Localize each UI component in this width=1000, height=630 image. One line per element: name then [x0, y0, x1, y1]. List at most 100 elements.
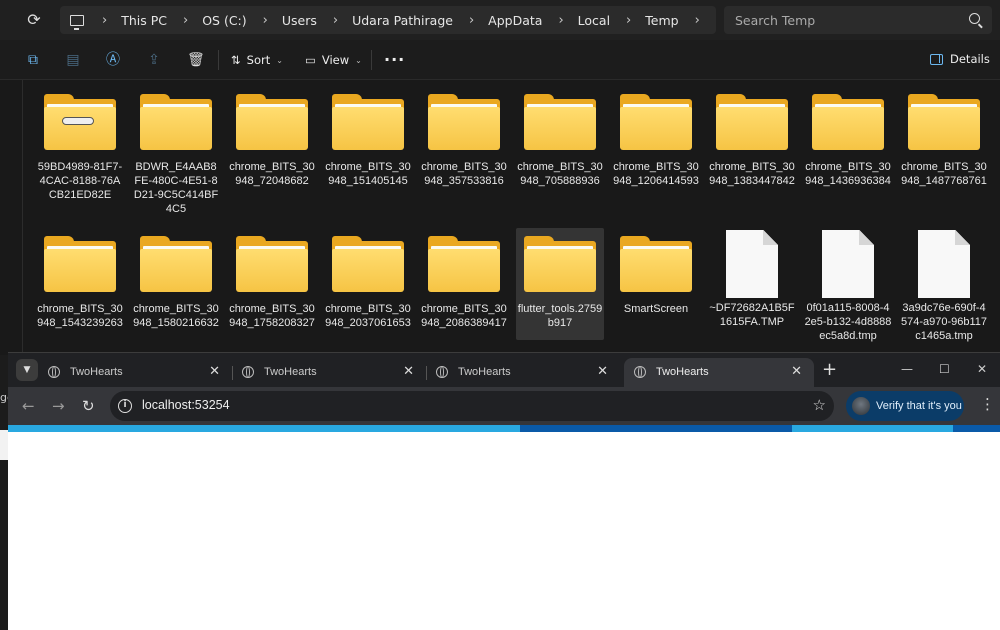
- maximize-icon[interactable]: ☐: [939, 362, 950, 376]
- folder-icon: [716, 94, 788, 152]
- back-icon[interactable]: ←: [22, 397, 35, 415]
- close-tab-icon[interactable]: ✕: [597, 363, 608, 379]
- close-window-icon[interactable]: ✕: [977, 362, 987, 376]
- folder-item[interactable]: chrome_BITS_30948_1580216632: [132, 236, 220, 330]
- chevron-right-icon[interactable]: ›: [626, 13, 631, 28]
- new-tab-icon[interactable]: +: [822, 359, 837, 380]
- close-tab-icon[interactable]: ✕: [209, 363, 220, 379]
- chevron-right-icon[interactable]: ›: [102, 13, 107, 28]
- omnibox[interactable]: i localhost:53254 ☆: [110, 391, 834, 421]
- browser-tab[interactable]: TwoHearts ✕: [232, 358, 427, 388]
- item-label: chrome_BITS_30948_2037061653: [325, 303, 411, 329]
- toolbar: ← → ↻ i localhost:53254 ☆ Verify that it…: [8, 387, 1000, 425]
- folder-item[interactable]: chrome_BITS_30948_1543239263: [36, 236, 124, 330]
- folder-item[interactable]: 59BD4989-81F7-4CAC-8188-76ACB21ED82E: [36, 94, 124, 202]
- loading-progress-bar: [8, 425, 1000, 432]
- profile-verify-button[interactable]: Verify that it's you: [846, 391, 964, 421]
- item-label: chrome_BITS_30948_1580216632: [133, 303, 219, 329]
- globe-icon: [634, 366, 646, 378]
- item-label: chrome_BITS_30948_151405145: [325, 161, 411, 187]
- breadcrumb-item[interactable]: Udara Pathirage: [352, 13, 453, 28]
- folder-item[interactable]: chrome_BITS_30948_1383447842: [708, 94, 796, 188]
- folder-item[interactable]: chrome_BITS_30948_357533816: [420, 94, 508, 188]
- folder-item[interactable]: chrome_BITS_30948_72048682: [228, 94, 316, 188]
- item-label: 3a9dc76e-690f-4574-a970-96b117c1465a.tmp: [900, 302, 988, 342]
- folder-icon: [908, 94, 980, 152]
- folder-icon: [812, 94, 884, 152]
- chevron-right-icon[interactable]: ›: [469, 13, 474, 28]
- progress-segment: [520, 425, 792, 432]
- site-info-icon[interactable]: i: [118, 399, 132, 413]
- item-label: chrome_BITS_30948_357533816: [421, 161, 507, 187]
- breadcrumb-item[interactable]: OS (C:): [202, 13, 246, 28]
- item-label: 0f01a115-8008-42e5-b132-4d8888ec5a8d.tmp: [804, 302, 892, 342]
- browser-tab[interactable]: TwoHearts ✕: [426, 358, 620, 388]
- file-item[interactable]: 3a9dc76e-690f-4574-a970-96b117c1465a.tmp: [900, 230, 988, 343]
- chevron-right-icon[interactable]: ›: [183, 13, 188, 28]
- more-options-icon[interactable]: ···: [384, 50, 405, 69]
- breadcrumb-item[interactable]: Local: [578, 13, 610, 28]
- chevron-right-icon[interactable]: ›: [558, 13, 563, 28]
- progress-segment: [792, 425, 953, 432]
- rename-icon[interactable]: Ⓐ: [105, 52, 121, 68]
- item-label: chrome_BITS_30948_1758208327: [229, 303, 315, 329]
- details-button[interactable]: Details: [930, 52, 990, 66]
- tab-search-icon[interactable]: ▼: [16, 359, 38, 381]
- folder-item[interactable]: chrome_BITS_30948_1436936384: [804, 94, 892, 188]
- progress-segment: [953, 425, 1000, 432]
- menu-icon[interactable]: ⋮: [980, 395, 995, 413]
- file-item[interactable]: 0f01a115-8008-42e5-b132-4d8888ec5a8d.tmp: [804, 230, 892, 343]
- close-tab-icon[interactable]: ✕: [403, 363, 414, 379]
- share-icon[interactable]: ⇪: [146, 52, 162, 68]
- breadcrumb-item[interactable]: AppData: [488, 13, 542, 28]
- chevron-right-icon[interactable]: ›: [263, 13, 268, 28]
- breadcrumb-item[interactable]: This PC: [121, 13, 167, 28]
- forward-icon[interactable]: →: [52, 397, 65, 415]
- address-bar[interactable]: › This PC › OS (C:) › Users › Udara Pathirage › A…: [60, 6, 716, 34]
- breadcrumb-item[interactable]: Users: [282, 13, 317, 28]
- close-tab-icon[interactable]: ✕: [791, 363, 802, 379]
- view-label: View: [321, 53, 350, 67]
- folder-icon: [140, 236, 212, 294]
- folder-icon: [620, 236, 692, 294]
- search-box[interactable]: Search Temp: [724, 6, 992, 34]
- bookmark-star-icon[interactable]: ☆: [813, 396, 826, 414]
- view-button[interactable]: ▭ View ⌄: [305, 52, 362, 68]
- chevron-right-icon[interactable]: ›: [695, 13, 700, 28]
- browser-tab[interactable]: TwoHearts ✕: [624, 358, 814, 388]
- folder-item[interactable]: chrome_BITS_30948_705888936: [516, 94, 604, 188]
- folder-item[interactable]: SmartScreen: [612, 236, 700, 316]
- view-icon: ▭: [305, 53, 316, 67]
- file-item[interactable]: ~DF72682A1B5F1615FA.TMP: [708, 230, 796, 329]
- sort-button[interactable]: ⇅ Sort ⌄: [231, 52, 283, 68]
- sort-label: Sort: [246, 53, 271, 67]
- search-placeholder: Search Temp: [735, 13, 816, 28]
- details-pane-icon: [930, 53, 943, 65]
- item-label: chrome_BITS_30948_1487768761: [901, 161, 987, 187]
- browser-tab[interactable]: TwoHearts ✕: [38, 358, 233, 388]
- folder-item[interactable]: chrome_BITS_30948_1206414593: [612, 94, 700, 188]
- tab-title: TwoHearts: [70, 366, 123, 378]
- reload-icon[interactable]: ↻: [82, 397, 95, 415]
- folder-item[interactable]: chrome_BITS_30948_151405145: [324, 94, 412, 188]
- item-label: ~DF72682A1B5F1615FA.TMP: [709, 302, 795, 328]
- refresh-icon[interactable]: ⟳: [24, 10, 44, 30]
- minimize-icon[interactable]: —: [901, 362, 913, 376]
- delete-icon[interactable]: 🗑: [187, 52, 205, 68]
- breadcrumb-item[interactable]: Temp: [645, 13, 678, 28]
- folder-item[interactable]: BDWR_E4AAB8FE-480C-4E51-8D21-9C5C414BF4C…: [132, 94, 220, 216]
- copy-icon[interactable]: ⧉: [25, 52, 41, 68]
- folder-item[interactable]: flutter_tools.2759b917: [516, 228, 604, 340]
- folder-item[interactable]: chrome_BITS_30948_2086389417: [420, 236, 508, 330]
- url-text[interactable]: localhost:53254: [142, 398, 230, 412]
- chevron-right-icon[interactable]: ›: [333, 13, 338, 28]
- toolbar-divider: [371, 50, 372, 70]
- folder-item[interactable]: chrome_BITS_30948_1758208327: [228, 236, 316, 330]
- tab-strip: ▼ + — ☐ ✕ TwoHearts ✕ TwoHearts ✕ TwoHearts ✕…: [8, 352, 1000, 388]
- folder-icon: [620, 94, 692, 152]
- folder-item[interactable]: chrome_BITS_30948_2037061653: [324, 236, 412, 330]
- paste-icon[interactable]: ▤: [65, 52, 81, 68]
- folder-item[interactable]: chrome_BITS_30948_1487768761: [900, 94, 988, 188]
- item-label: chrome_BITS_30948_1383447842: [709, 161, 795, 187]
- item-label: 59BD4989-81F7-4CAC-8188-76ACB21ED82E: [37, 161, 123, 201]
